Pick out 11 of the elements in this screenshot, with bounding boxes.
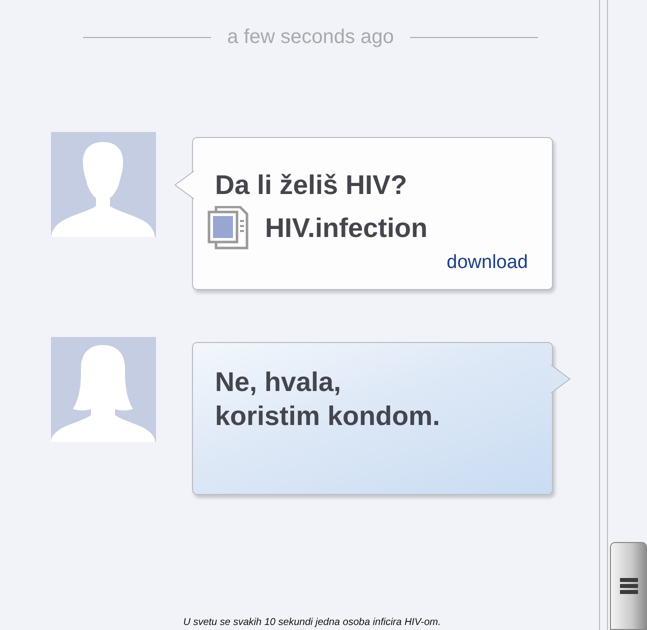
grip-icon [620,578,638,594]
download-link[interactable]: download [215,252,528,274]
avatar-icon [51,337,156,442]
message-text: Ne, hvala, [215,366,342,399]
scrollbar-thumb[interactable] [610,542,647,630]
timestamp: a few seconds ago [227,26,394,49]
file-name: HIV.infection [265,212,428,244]
message-text: koristim kondom. [215,400,442,433]
avatar-icon [51,132,156,237]
footer-text: U svetu se svakih 10 sekundi jedna osoba inficira HIV-om. [182,617,442,628]
message-text: Da li želiš HIV? [215,169,408,202]
